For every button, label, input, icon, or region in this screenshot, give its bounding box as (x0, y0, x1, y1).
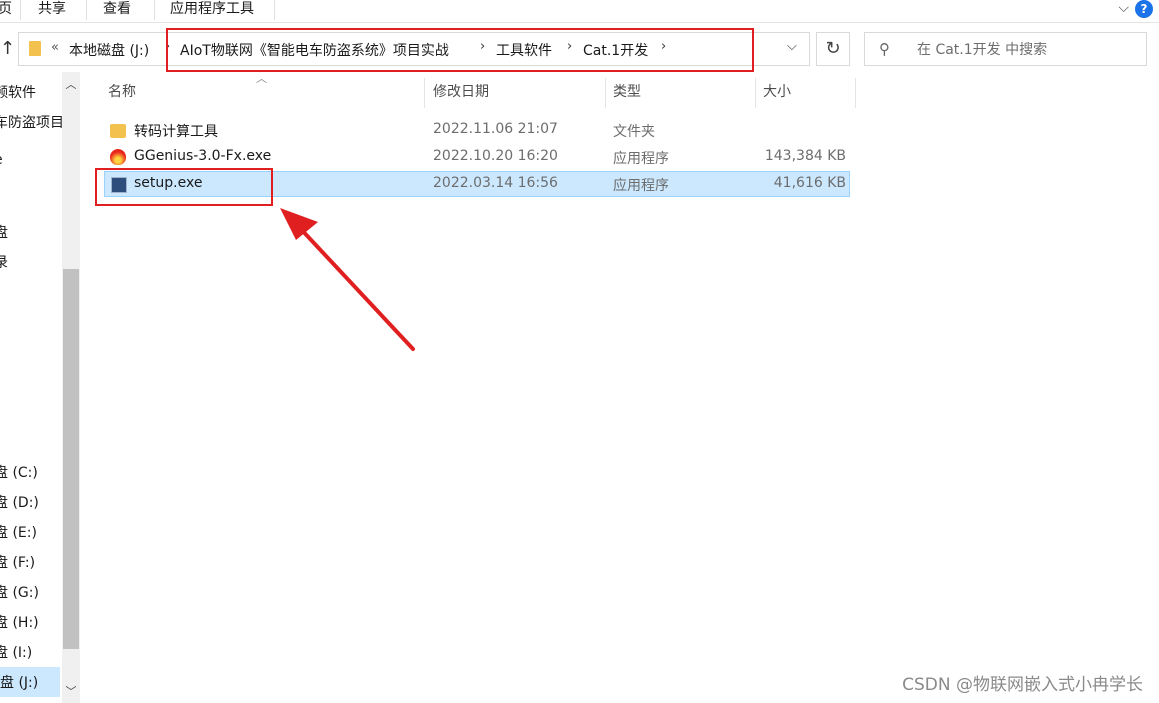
breadcrumb-cat1[interactable]: Cat.1开发 (583, 40, 648, 60)
scrollbar-thumb[interactable] (63, 269, 79, 649)
column-header-name[interactable]: 名称 (108, 78, 136, 108)
nav-item[interactable]: e (0, 152, 3, 168)
scroll-up-icon[interactable]: ︿ (62, 76, 80, 92)
folder-icon (29, 41, 41, 56)
annotation-arrow (280, 208, 415, 351)
nav-item-drive-g[interactable]: 盘 (G:) (0, 582, 39, 602)
search-input[interactable] (915, 38, 1139, 62)
column-divider[interactable] (855, 78, 856, 108)
file-name: 转码计算工具 (134, 124, 218, 140)
ribbon-tab-share[interactable]: 共享 (32, 0, 72, 20)
address-bar[interactable]: « 本地磁盘 (J:) › AIoT物联网《智能电车防盗系统》项目实战 › 工具… (18, 32, 810, 66)
nav-scrollbar[interactable]: ︿ ﹀ (62, 72, 80, 703)
file-row[interactable]: 转码计算工具 2022.11.06 21:07 文件夹 (104, 117, 850, 143)
flame-app-icon (110, 149, 126, 165)
file-name: GGenius-3.0-Fx.exe (134, 148, 272, 164)
file-size: 143,384 KB (764, 148, 846, 164)
ribbon-separator (154, 0, 155, 20)
scroll-down-icon[interactable]: ﹀ (62, 683, 80, 699)
nav-item-drive-e[interactable]: 盘 (E:) (0, 522, 37, 542)
file-date: 2022.03.14 16:56 (433, 175, 558, 191)
watermark: CSDN @物联网嵌入式小冉学长 (902, 675, 1143, 695)
sort-ascending-icon: ︿ (256, 72, 267, 85)
file-row[interactable]: GGenius-3.0-Fx.exe 2022.10.20 16:20 应用程序… (104, 144, 850, 170)
up-arrow-icon[interactable]: ↑ (0, 38, 15, 59)
refresh-button[interactable]: ↻ (816, 32, 850, 66)
ribbon-tab-app-tools[interactable]: 应用程序工具 (164, 0, 260, 20)
column-header-type[interactable]: 类型 (613, 78, 641, 108)
ribbon-separator (86, 0, 87, 20)
file-name: setup.exe (134, 175, 203, 191)
column-header-size[interactable]: 大小 (763, 78, 791, 108)
file-type: 文件夹 (613, 124, 655, 140)
nav-item-drive-i[interactable]: 盘 (I:) (0, 642, 32, 662)
breadcrumb-project[interactable]: AIoT物联网《智能电车防盗系统》项目实战 (180, 40, 449, 60)
file-date: 2022.11.06 21:07 (433, 121, 558, 137)
ribbon-expand-chevron-icon[interactable]: ⌵ (1118, 0, 1129, 16)
ribbon-bar: 页 共享 查看 应用程序工具 ⌵ ? (0, 0, 1159, 23)
search-box[interactable]: ⚲ (864, 32, 1147, 66)
nav-item-drive-h[interactable]: 盘 (H:) (0, 612, 39, 632)
breadcrumb-chevron-icon[interactable]: › (165, 39, 170, 54)
column-header-date[interactable]: 修改日期 (433, 78, 489, 108)
breadcrumb-chevron-icon[interactable]: › (661, 39, 666, 54)
nav-item[interactable]: 盘 (0, 222, 8, 242)
nav-item[interactable]: 频软件 (0, 82, 36, 102)
nav-item-drive-j[interactable]: 盘 (J:) (0, 667, 61, 697)
nav-item[interactable]: 录 (0, 252, 8, 272)
setup-app-icon (111, 177, 127, 193)
nav-item-drive-c[interactable]: 盘 (C:) (0, 462, 38, 482)
file-row-selected[interactable]: setup.exe 2022.03.14 16:56 应用程序 41,616 K… (104, 171, 850, 197)
address-dropdown-icon[interactable]: ⌵ (787, 39, 797, 54)
folder-icon (110, 124, 126, 138)
column-divider[interactable] (755, 78, 756, 108)
breadcrumb-chevron-icon[interactable]: › (567, 39, 572, 54)
ribbon-separator (274, 0, 275, 20)
ribbon-tab-page[interactable]: 页 (0, 0, 18, 20)
nav-item-drive-d[interactable]: 盘 (D:) (0, 492, 39, 512)
help-icon[interactable]: ? (1135, 0, 1153, 18)
file-size: 41,616 KB (773, 175, 846, 191)
breadcrumb-chevron-icon[interactable]: › (480, 39, 485, 54)
ribbon-separator (20, 0, 21, 20)
file-type: 应用程序 (613, 151, 669, 167)
column-divider[interactable] (424, 78, 425, 108)
file-date: 2022.10.20 16:20 (433, 148, 558, 164)
nav-item[interactable]: 车防盗项目 (0, 112, 62, 132)
breadcrumb-drive-j[interactable]: 本地磁盘 (J:) (69, 40, 149, 60)
ribbon-tab-view[interactable]: 查看 (97, 0, 137, 20)
nav-item-drive-f[interactable]: 盘 (F:) (0, 552, 35, 572)
breadcrumb-tools[interactable]: 工具软件 (496, 40, 552, 60)
breadcrumb-overflow-icon[interactable]: « (51, 40, 59, 55)
column-divider[interactable] (605, 78, 606, 108)
search-icon: ⚲ (879, 40, 890, 58)
navigation-pane: 频软件 车防盗项目 e 盘 录 盘 (C:) 盘 (D:) 盘 (E:) 盘 (… (0, 72, 62, 703)
file-type: 应用程序 (613, 178, 669, 194)
